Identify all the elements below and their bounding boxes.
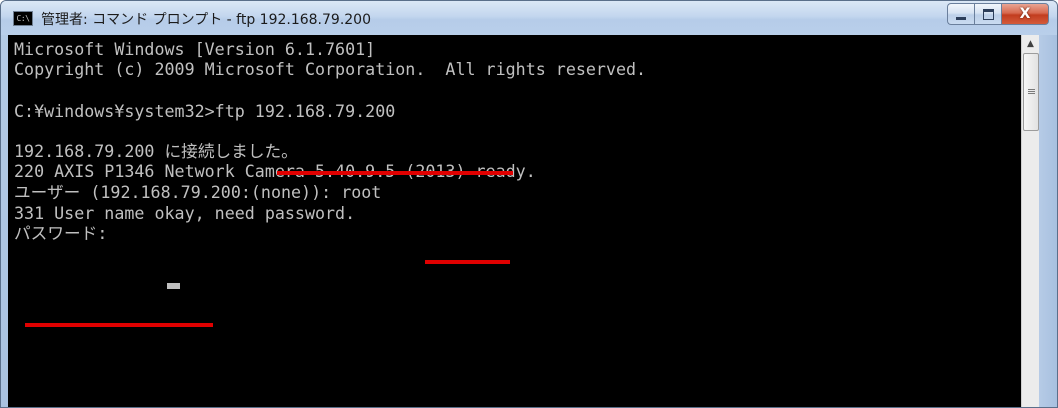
maximize-button[interactable] bbox=[974, 3, 1001, 25]
text-cursor bbox=[167, 283, 180, 289]
title-bar[interactable]: C:\ 管理者: コマンド プロンプト - ftp 192.168.79.200… bbox=[1, 1, 1057, 35]
console-output[interactable]: Microsoft Windows [Version 6.1.7601] Cop… bbox=[8, 35, 1021, 407]
console-line: Copyright (c) 2009 Microsoft Corporation… bbox=[14, 60, 647, 79]
vertical-scrollbar[interactable]: ▲ bbox=[1021, 35, 1039, 407]
maximize-icon bbox=[982, 8, 994, 20]
console-prompt-line: パスワード: bbox=[14, 224, 118, 243]
console-line: Microsoft Windows [Version 6.1.7601] bbox=[14, 40, 376, 59]
highlight-password-prompt bbox=[25, 323, 213, 327]
close-icon: X bbox=[1019, 6, 1031, 22]
console-line: ユーザー (192.168.79.200:(none)): root bbox=[14, 183, 382, 202]
highlight-ftp-command bbox=[277, 171, 513, 175]
console-line: 331 User name okay, need password. bbox=[14, 204, 356, 223]
console-line: 192.168.79.200 に接続しました。 bbox=[14, 142, 298, 161]
cmd-icon[interactable]: C:\ bbox=[13, 11, 33, 26]
scroll-thumb[interactable] bbox=[1023, 53, 1039, 131]
window-title: 管理者: コマンド プロンプト - ftp 192.168.79.200 bbox=[41, 12, 371, 28]
grip-icon bbox=[1027, 89, 1035, 95]
highlight-username bbox=[425, 260, 510, 264]
console-line: C:¥windows¥system32>ftp 192.168.79.200 bbox=[14, 102, 396, 121]
command-prompt-window: C:\ 管理者: コマンド プロンプト - ftp 192.168.79.200… bbox=[0, 0, 1058, 408]
window-controls: X bbox=[947, 3, 1049, 25]
scroll-up-arrow-icon[interactable]: ▲ bbox=[1022, 35, 1039, 52]
close-button[interactable]: X bbox=[1001, 3, 1049, 25]
minimize-button[interactable] bbox=[947, 3, 974, 25]
minimize-icon bbox=[956, 16, 966, 20]
window-frame-right bbox=[1039, 35, 1057, 407]
